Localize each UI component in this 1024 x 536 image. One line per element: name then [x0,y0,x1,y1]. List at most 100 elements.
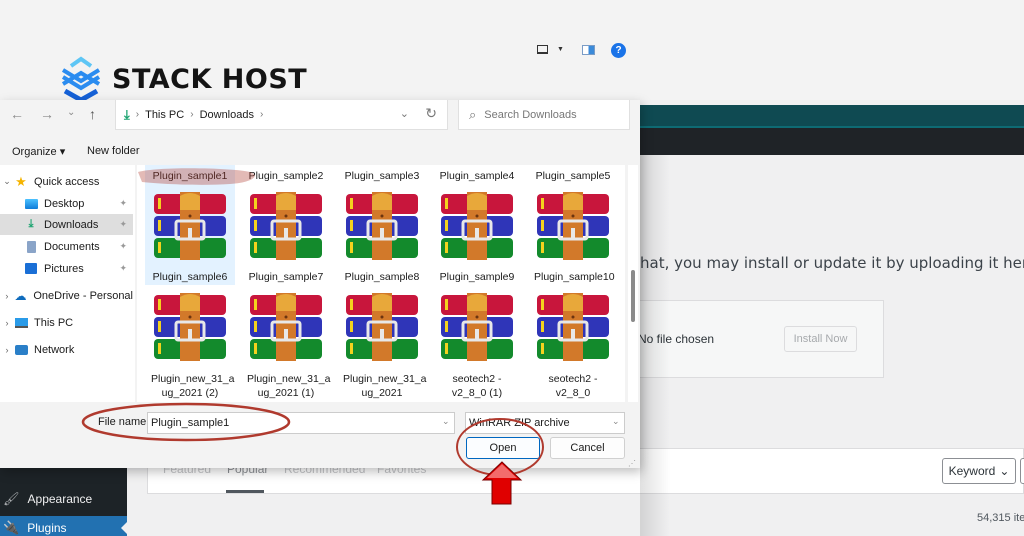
up-icon[interactable]: ↑ [89,106,96,122]
plugin-search-input[interactable] [1020,458,1024,484]
address-bar[interactable]: ⤓ › This PC › Downloads › ⌄ ↻ [115,100,448,130]
file-item[interactable]: Plugin_sample9 [432,270,522,284]
sidebar-item-appearance[interactable]: 🖌 Appearance [0,487,127,511]
file-item[interactable]: Plugin_sample8 [337,270,427,284]
chevron-down-icon[interactable]: ⌄ [0,176,14,187]
breadcrumb-this-pc[interactable]: This PC [145,109,184,121]
chevron-down-icon[interactable]: ⌄ [400,107,409,120]
organize-button[interactable]: Organize ▾ [12,145,65,158]
sidebar-item-documents[interactable]: Documents ✦ [0,236,133,257]
sidebar-item-label: Desktop [44,197,85,210]
file-item[interactable]: Plugin_sample6 [145,270,235,284]
sidebar-item-desktop[interactable]: Desktop ✦ [0,193,133,214]
search-input[interactable]: ⌕ Search Downloads [458,100,630,130]
sidebar-item-network[interactable]: › Network [0,339,133,360]
dialog-shadow [640,155,670,536]
file-name-text: Plugin_new_31_a ug_2021 [343,373,427,399]
chevron-right-icon[interactable]: › [0,345,14,355]
caret-down-icon[interactable]: ▼ [557,46,564,53]
file-item[interactable]: Plugin_sample2 [241,169,331,183]
sidebar-item-label: Plugins [27,521,67,535]
search-type-select[interactable]: Keyword ⌄ [942,458,1016,484]
file-item[interactable]: Plugin_sample10 [528,270,618,284]
sidebar-item-quick-access[interactable]: ⌄ ★ Quick access [0,171,133,192]
winrar-archive-icon [441,293,513,361]
file-name-text: Plugin_sample7 [248,271,324,283]
file-item[interactable]: Plugin_new_31_a ug_2021 (2) [145,372,235,400]
cancel-button[interactable]: Cancel [550,437,625,459]
sidebar-item-label: OneDrive - Personal [33,289,133,302]
sidebar-item-pictures[interactable]: Pictures ✦ [0,258,133,279]
sidebar-item-plugins[interactable]: 🔌 Plugins [0,516,127,536]
file-list-scrollbar[interactable] [628,165,638,402]
preview-pane-icon[interactable] [582,45,595,55]
file-item[interactable]: seotech2 - v2_8_0 (1) [432,372,522,400]
sidebar-item-label: Documents [44,240,100,253]
file-item[interactable]: Plugin_sample5 [528,169,618,183]
file-item[interactable]: Plugin_sample3 [337,169,427,183]
file-type-value: WinRAR ZIP archive [469,417,570,429]
chevron-right-icon[interactable]: › [0,291,14,301]
brand-name: STACK HOST [112,63,308,95]
sidebar-item-label: Quick access [34,175,100,188]
sidebar-item-label: Pictures [44,262,84,275]
file-item[interactable]: Plugin_sample1 [145,169,235,183]
scrollbar-thumb[interactable] [631,270,635,322]
pin-icon[interactable]: ✦ [119,241,127,252]
sidebar-item-onedrive[interactable]: › ☁ OneDrive - Personal [0,285,133,306]
chevron-right-icon[interactable]: › [0,318,14,328]
breadcrumb-separator: › [259,109,264,120]
file-name-text: Plugin_sample6 [152,271,228,283]
forward-icon[interactable]: → [40,106,54,122]
documents-icon [24,240,38,253]
brand-logo: STACK HOST [58,56,307,102]
file-name-text: Plugin_sample3 [344,170,420,182]
chevron-down-icon[interactable]: ⌄ [442,416,450,427]
file-name-text: Plugin_sample10 [534,271,615,283]
file-item[interactable]: Plugin_new_31_a ug_2021 (1) [241,372,331,400]
file-name-input[interactable]: Plugin_sample1 [147,412,455,434]
sidebar-item-this-pc[interactable]: › This PC [0,312,133,333]
winrar-archive-icon [154,293,226,361]
download-icon: ⤓ [124,106,130,122]
refresh-icon[interactable]: ↻ [425,105,437,122]
pin-icon[interactable]: ✦ [119,263,127,274]
wp-admin-sidebar: 🖌 Appearance 🔌 Plugins [0,468,127,536]
search-placeholder: Search Downloads [484,108,577,121]
back-icon[interactable]: ← [10,106,24,122]
winrar-archive-icon [346,192,418,260]
breadcrumb-downloads[interactable]: Downloads [200,109,254,121]
new-folder-button[interactable]: New folder [87,145,140,157]
paintbrush-icon: 🖌 [3,491,20,506]
cloud-icon: ☁ [14,288,27,303]
install-now-button[interactable]: Install Now [784,326,857,352]
winrar-archive-icon [537,293,609,361]
network-icon [14,344,28,356]
pin-icon[interactable]: ✦ [119,198,127,209]
open-button[interactable]: Open [466,437,540,459]
file-item[interactable]: Plugin_sample4 [432,169,522,183]
navigation-bar: ← → ⌄ ↑ ⤓ › This PC › Downloads › ⌄ ↻ ⌕ … [0,100,640,130]
file-name-text: Plugin_sample8 [344,271,420,283]
file-name-text: seotech2 - v2_8_0 (1) [451,373,503,399]
file-name-text: Plugin_sample2 [248,170,324,182]
recent-locations-icon[interactable]: ⌄ [67,107,75,118]
wp-admin-bar [640,105,1024,128]
winrar-archive-icon [250,192,322,260]
view-mode-icon[interactable] [537,45,548,54]
file-item[interactable]: seotech2 - v2_8_0 [528,372,618,400]
file-item[interactable]: Plugin_new_31_a ug_2021 [337,372,427,400]
help-icon[interactable]: ? [611,43,626,58]
winrar-archive-icon [154,192,226,260]
star-icon: ★ [15,173,27,189]
sidebar-item-label: This PC [34,316,74,329]
file-name-text: Plugin_sample9 [439,271,515,283]
resize-grip-icon[interactable]: ⋰ [628,459,636,468]
search-type-label: Keyword [948,464,996,478]
file-item[interactable]: Plugin_sample7 [241,270,331,284]
pin-icon[interactable]: ✦ [119,219,127,230]
sidebar-item-downloads[interactable]: ⤓ Downloads ✦ [0,214,133,235]
file-type-select[interactable]: WinRAR ZIP archive [465,412,625,434]
stacked-chevrons-icon [61,56,101,102]
chevron-down-icon[interactable]: ⌄ [612,416,620,427]
